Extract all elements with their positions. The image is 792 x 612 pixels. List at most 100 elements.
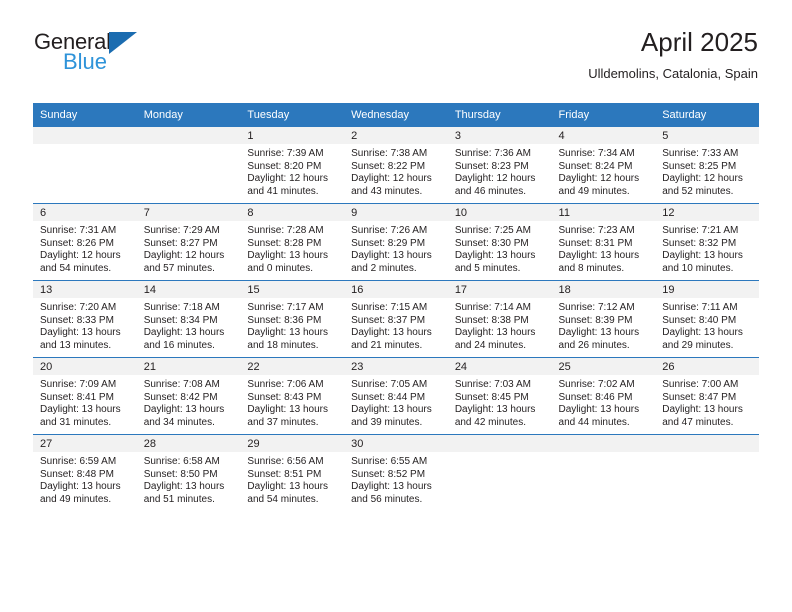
day-detail-line: and 57 minutes. xyxy=(143,262,215,274)
day-number: 20 xyxy=(33,358,137,375)
day-details: Sunrise: 7:15 AM Sunset: 8:37 PM Daylight:… xyxy=(344,298,448,352)
day-detail-line: Sunset: 8:27 PM xyxy=(143,237,218,249)
calendar-day-cell[interactable]: 3 Sunrise: 7:36 AM Sunset: 8:23 PM Daylight… xyxy=(447,126,552,204)
day-details: Sunrise: 7:05 AM Sunset: 8:44 PM Daylight:… xyxy=(344,375,448,429)
day-number: 21 xyxy=(136,358,241,375)
day-detail-line: and 44 minutes. xyxy=(558,416,630,428)
day-number xyxy=(33,127,137,144)
calendar-day-cell[interactable]: 25 Sunrise: 7:02 AM Sunset: 8:46 PM Dayligh… xyxy=(551,357,656,435)
day-number: 2 xyxy=(344,127,448,144)
day-number: 6 xyxy=(33,204,137,221)
calendar-day-cell[interactable]: 9 Sunrise: 7:26 AM Sunset: 8:29 PM Daylight… xyxy=(344,203,448,281)
calendar-day-cell[interactable]: 18 Sunrise: 7:12 AM Sunset: 8:39 PM Dayligh… xyxy=(551,280,656,358)
day-detail-line: Sunrise: 7:15 AM xyxy=(351,302,428,313)
calendar-day-cell[interactable]: 6 Sunrise: 7:31 AM Sunset: 8:26 PM Daylight… xyxy=(33,203,137,281)
day-detail-line: Sunset: 8:40 PM xyxy=(662,314,737,326)
calendar-day-cell[interactable]: 11 Sunrise: 7:23 AM Sunset: 8:31 PM Dayligh… xyxy=(551,203,656,281)
day-detail-line: Sunset: 8:33 PM xyxy=(40,314,114,326)
calendar-day-cell[interactable]: 27 Sunrise: 6:59 AM Sunset: 8:48 PM Dayligh… xyxy=(33,434,137,511)
brand-logo[interactable]: General Blue xyxy=(34,30,264,73)
day-detail-line: Sunset: 8:38 PM xyxy=(454,314,529,326)
day-detail-line: Sunset: 8:24 PM xyxy=(558,160,633,172)
calendar-day-cell[interactable]: 22 Sunrise: 7:06 AM Sunset: 8:43 PM Dayligh… xyxy=(240,357,345,435)
day-details: Sunrise: 6:58 AM Sunset: 8:50 PM Daylight:… xyxy=(137,452,241,506)
day-detail-line: Daylight: 12 hours xyxy=(351,173,432,185)
calendar-day-cell[interactable]: 16 Sunrise: 7:15 AM Sunset: 8:37 PM Dayligh… xyxy=(344,280,448,358)
calendar-day-cell[interactable]: 14 Sunrise: 7:18 AM Sunset: 8:34 PM Dayligh… xyxy=(136,280,241,358)
day-detail-line: and 0 minutes. xyxy=(247,262,314,274)
day-number: 4 xyxy=(551,127,656,144)
weekday-header-thursday: Thursday xyxy=(447,103,552,127)
calendar-week-row: 6 Sunrise: 7:31 AM Sunset: 8:26 PM Daylight… xyxy=(33,203,759,281)
calendar-week-row: 20 Sunrise: 7:09 AM Sunset: 8:41 PM Dayligh… xyxy=(33,357,759,435)
day-detail-line: Sunrise: 7:14 AM xyxy=(454,302,531,313)
day-detail-line: Sunset: 8:50 PM xyxy=(143,468,218,480)
day-detail-line: and 31 minutes. xyxy=(40,416,112,428)
calendar-day-cell-empty xyxy=(33,126,137,204)
calendar-day-cell[interactable]: 13 Sunrise: 7:20 AM Sunset: 8:33 PM Dayligh… xyxy=(33,280,137,358)
calendar-week-row: 27 Sunrise: 6:59 AM Sunset: 8:48 PM Dayligh… xyxy=(33,434,759,511)
day-detail-line: Sunrise: 7:02 AM xyxy=(558,379,635,390)
day-detail-line: and 42 minutes. xyxy=(454,416,526,428)
day-detail-line: and 41 minutes. xyxy=(247,185,319,197)
calendar-day-cell[interactable]: 5 Sunrise: 7:33 AM Sunset: 8:25 PM Daylight… xyxy=(655,126,759,204)
day-number: 18 xyxy=(551,281,656,298)
day-details xyxy=(552,452,656,456)
day-detail-line: Sunrise: 7:11 AM xyxy=(662,302,738,313)
day-number xyxy=(136,127,241,144)
page-title: April 2025 xyxy=(640,27,758,57)
day-number: 3 xyxy=(447,127,552,144)
day-detail-line: Sunset: 8:46 PM xyxy=(558,391,633,403)
calendar-day-cell[interactable]: 28 Sunrise: 6:58 AM Sunset: 8:50 PM Dayligh… xyxy=(136,434,241,511)
day-details: Sunrise: 7:25 AM Sunset: 8:30 PM Daylight:… xyxy=(448,221,552,275)
day-detail-line: Sunrise: 7:31 AM xyxy=(40,225,117,236)
day-detail-line: Daylight: 12 hours xyxy=(40,250,121,262)
calendar-day-cell[interactable]: 15 Sunrise: 7:17 AM Sunset: 8:36 PM Dayligh… xyxy=(240,280,345,358)
day-details: Sunrise: 7:28 AM Sunset: 8:28 PM Daylight:… xyxy=(240,221,344,275)
day-detail-line: Daylight: 13 hours xyxy=(40,327,121,339)
calendar-day-cell[interactable]: 24 Sunrise: 7:03 AM Sunset: 8:45 PM Dayligh… xyxy=(447,357,552,435)
calendar-day-cell[interactable]: 21 Sunrise: 7:08 AM Sunset: 8:42 PM Dayligh… xyxy=(136,357,241,435)
day-detail-line: Sunrise: 7:38 AM xyxy=(351,148,428,159)
day-number: 27 xyxy=(33,435,137,452)
day-details: Sunrise: 7:38 AM Sunset: 8:22 PM Daylight:… xyxy=(344,144,448,198)
day-detail-line: Sunset: 8:28 PM xyxy=(247,237,322,249)
calendar-day-cell[interactable]: 29 Sunrise: 6:56 AM Sunset: 8:51 PM Dayligh… xyxy=(240,434,345,511)
day-detail-line: Daylight: 13 hours xyxy=(40,481,121,493)
calendar-day-cell[interactable]: 4 Sunrise: 7:34 AM Sunset: 8:24 PM Daylight… xyxy=(551,126,656,204)
calendar-day-cell[interactable]: 26 Sunrise: 7:00 AM Sunset: 8:47 PM Dayligh… xyxy=(655,357,759,435)
day-detail-line: Sunset: 8:39 PM xyxy=(558,314,633,326)
title-block: April 2025 Ulldemolins, Catalonia, Spain xyxy=(588,26,758,84)
calendar-day-cell[interactable]: 1 Sunrise: 7:39 AM Sunset: 8:20 PM Daylight… xyxy=(240,126,345,204)
calendar-day-cell[interactable]: 20 Sunrise: 7:09 AM Sunset: 8:41 PM Dayligh… xyxy=(33,357,137,435)
day-detail-line: and 54 minutes. xyxy=(247,493,319,505)
day-number: 22 xyxy=(240,358,345,375)
calendar-day-cell[interactable]: 7 Sunrise: 7:29 AM Sunset: 8:27 PM Daylight… xyxy=(136,203,241,281)
day-number: 16 xyxy=(344,281,448,298)
calendar-grid: Sunday Monday Tuesday Wednesday Thursday Frid… xyxy=(33,103,759,511)
calendar-day-cell[interactable]: 12 Sunrise: 7:21 AM Sunset: 8:32 PM Dayligh… xyxy=(655,203,759,281)
calendar-day-cell[interactable]: 10 Sunrise: 7:25 AM Sunset: 8:30 PM Dayligh… xyxy=(447,203,552,281)
day-detail-line: Daylight: 13 hours xyxy=(247,404,329,416)
calendar-day-cell[interactable]: 2 Sunrise: 7:38 AM Sunset: 8:22 PM Daylight… xyxy=(344,126,448,204)
day-details: Sunrise: 6:56 AM Sunset: 8:51 PM Daylight:… xyxy=(240,452,344,506)
day-detail-line: Daylight: 13 hours xyxy=(454,404,536,416)
day-detail-line: Daylight: 13 hours xyxy=(247,250,329,262)
calendar-day-cell[interactable]: 17 Sunrise: 7:14 AM Sunset: 8:38 PM Dayligh… xyxy=(447,280,552,358)
day-details: Sunrise: 7:06 AM Sunset: 8:43 PM Daylight:… xyxy=(240,375,344,429)
day-detail-line: Daylight: 13 hours xyxy=(662,327,743,339)
day-number: 17 xyxy=(447,281,552,298)
day-detail-line: Sunrise: 7:21 AM xyxy=(662,225,739,236)
day-detail-line: Sunrise: 7:26 AM xyxy=(351,225,428,236)
day-detail-line: Daylight: 13 hours xyxy=(143,327,225,339)
day-detail-line: Sunrise: 7:36 AM xyxy=(454,148,531,159)
calendar-day-cell[interactable]: 23 Sunrise: 7:05 AM Sunset: 8:44 PM Dayligh… xyxy=(344,357,448,435)
day-details: Sunrise: 7:12 AM Sunset: 8:39 PM Daylight:… xyxy=(552,298,656,352)
triangle-logo-icon xyxy=(108,32,137,54)
calendar-day-cell-empty xyxy=(551,434,656,511)
calendar-day-cell[interactable]: 30 Sunrise: 6:55 AM Sunset: 8:52 PM Dayligh… xyxy=(344,434,448,511)
day-detail-line: Sunrise: 6:55 AM xyxy=(351,456,428,467)
day-detail-line: Sunrise: 7:08 AM xyxy=(143,379,220,390)
calendar-day-cell[interactable]: 8 Sunrise: 7:28 AM Sunset: 8:28 PM Daylight… xyxy=(240,203,345,281)
calendar-day-cell[interactable]: 19 Sunrise: 7:11 AM Sunset: 8:40 PM Dayligh… xyxy=(655,280,759,358)
